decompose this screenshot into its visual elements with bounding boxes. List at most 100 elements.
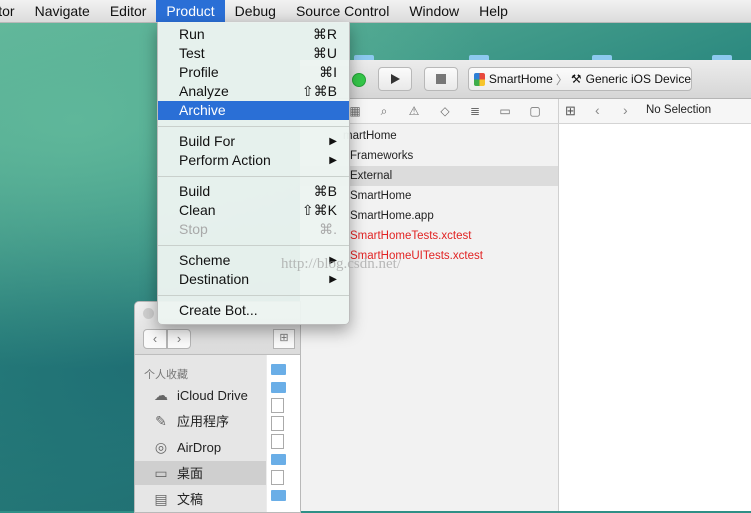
menu-item-build-for[interactable]: Build For ▶ [158, 132, 349, 151]
menu-help[interactable]: Help [469, 0, 518, 22]
menu-item-label: Destination [179, 271, 250, 287]
shortcut-label: ⇧⌘K [301, 202, 337, 218]
forward-arrow-icon[interactable]: › [623, 102, 628, 118]
folder-icon [271, 490, 286, 501]
sidebar-item-documents[interactable]: ▤ 文稿 [135, 487, 266, 507]
navigator-row-label: SmartHome.app [350, 210, 434, 222]
menu-item-profile[interactable]: Profile ⌘I [158, 63, 349, 82]
shortcut-label: ⌘B [313, 183, 337, 199]
app-icon [474, 72, 485, 86]
report-icon[interactable]: ▢ [527, 103, 543, 119]
sidebar-item-icloud-drive[interactable]: ☁ iCloud Drive [135, 383, 266, 407]
folder-icon [271, 382, 286, 393]
menu-item-label: Archive [179, 102, 226, 118]
menu-item-label: Create Bot... [179, 302, 258, 318]
menu-debug[interactable]: Debug [225, 0, 286, 22]
submenu-arrow-icon: ▶ [329, 136, 337, 147]
list-item[interactable] [271, 451, 296, 467]
finder-sidebar: 个人收藏 ☁ iCloud Drive ✎ 应用程序 ◎ AirDrop ▭ 桌面 ▤ 文… [135, 355, 266, 512]
run-button[interactable] [378, 67, 412, 91]
menu-item-label: Perform Action [179, 152, 271, 168]
menu-item-label: Build For [179, 133, 236, 149]
menu-separator [158, 176, 349, 177]
menu-editor[interactable]: Editor [100, 0, 157, 22]
menu-item-run[interactable]: Run ⌘R [158, 25, 349, 44]
chevron-right-icon: 〉 [555, 72, 568, 87]
desktop-icon: ▭ [154, 465, 168, 481]
menu-item-label: Stop [179, 221, 208, 237]
applications-icon: ✎ [155, 413, 167, 429]
back-arrow-icon[interactable]: ‹ [595, 102, 600, 118]
finder-file-list [267, 355, 300, 512]
airdrop-icon: ◎ [154, 439, 168, 455]
list-item[interactable] [271, 415, 296, 431]
breakpoint-icon[interactable]: ▭ [497, 103, 513, 119]
forward-button[interactable]: › [167, 329, 191, 349]
cloud-icon: ☁ [154, 387, 168, 403]
list-item[interactable] [271, 397, 296, 413]
list-item[interactable] [271, 379, 296, 395]
list-item[interactable] [271, 433, 296, 449]
product-menu: Run ⌘R Test ⌘U Profile ⌘I Analyze ⇧⌘B Archiv… [157, 22, 350, 325]
list-item[interactable] [271, 361, 296, 377]
document-icon [271, 398, 284, 413]
menu-product[interactable]: Product [156, 0, 225, 22]
navigator-row-label: Frameworks [350, 150, 414, 162]
search-icon[interactable]: ⌕ [376, 103, 392, 119]
sidebar-item-airdrop[interactable]: ◎ AirDrop [135, 435, 266, 459]
menu-separator [158, 126, 349, 127]
menu-item-archive[interactable]: Archive [158, 101, 349, 120]
menu-source-control[interactable]: Source Control [286, 0, 399, 22]
list-item[interactable] [271, 469, 296, 485]
menu-item-clean[interactable]: Clean ⇧⌘K [158, 201, 349, 220]
sidebar-item-label: 桌面 [177, 466, 204, 481]
document-icon [271, 470, 284, 485]
shortcut-label: ⌘R [312, 26, 337, 42]
menu-bar: Editor Navigate Editor Product Debug Sou… [0, 0, 751, 23]
menu-item-analyze[interactable]: Analyze ⇧⌘B [158, 82, 349, 101]
menu-item-test[interactable]: Test ⌘U [158, 44, 349, 63]
sidebar-item-applications[interactable]: ✎ 应用程序 [135, 409, 266, 433]
menu-separator [158, 245, 349, 246]
back-button[interactable]: ‹ [143, 329, 167, 349]
folder-icon [271, 454, 286, 465]
menu-window[interactable]: Window [399, 0, 469, 22]
shortcut-label: ⌘U [312, 45, 337, 61]
menu-item-label: Test [179, 45, 205, 61]
shortcut-label: ⇧⌘B [301, 83, 337, 99]
menu-navigate[interactable]: Navigate [25, 0, 100, 22]
sidebar-item-label: 文稿 [177, 492, 204, 507]
stop-button[interactable] [424, 67, 458, 91]
close-button[interactable] [143, 308, 154, 319]
menu-editor-partial[interactable]: Editor [0, 0, 25, 22]
jump-bar: ⊞ ‹ › No Selection [559, 99, 751, 124]
warning-icon[interactable]: ⚠ [406, 103, 422, 119]
finder-window: ‹ › ⊞ 个人收藏 ☁ iCloud Drive ✎ 应用程序 ◎ AirDrop … [134, 301, 301, 513]
menu-separator [158, 295, 349, 296]
menu-item-build[interactable]: Build ⌘B [158, 182, 349, 201]
watermark-text: http://blog.csdn.net/ [281, 256, 401, 272]
grid-icon[interactable]: ⊞ [565, 103, 576, 119]
menu-item-label: Run [179, 26, 205, 42]
menu-item-create-bot[interactable]: Create Bot... [158, 301, 349, 320]
menu-item-label: Profile [179, 64, 219, 80]
shortcut-label: ⌘I [319, 64, 337, 80]
menu-item-perform-action[interactable]: Perform Action ▶ [158, 151, 349, 170]
navigator-row-label: martHome [343, 130, 397, 142]
scheme-app-name: SmartHome [488, 72, 553, 86]
play-icon [391, 74, 400, 84]
menu-item-label: Clean [179, 202, 216, 218]
view-grid-button[interactable]: ⊞ [273, 329, 295, 349]
xcode-toolbar: SmartHome 〉 ⚒ Generic iOS Device [300, 60, 751, 99]
sidebar-item-desktop[interactable]: ▭ 桌面 [135, 461, 266, 485]
list-item[interactable] [271, 487, 296, 503]
zoom-button[interactable] [352, 73, 366, 87]
folder-icon [271, 364, 286, 375]
test-diamond-icon[interactable]: ◇ [437, 103, 453, 119]
debug-icon[interactable]: ≣ [467, 103, 483, 119]
navigator-row-label: SmartHome [350, 190, 412, 202]
document-icon [271, 416, 284, 431]
scheme-selector[interactable]: SmartHome 〉 ⚒ Generic iOS Device [468, 67, 692, 91]
jump-bar-selection[interactable]: No Selection [646, 104, 711, 116]
submenu-arrow-icon: ▶ [329, 155, 337, 166]
